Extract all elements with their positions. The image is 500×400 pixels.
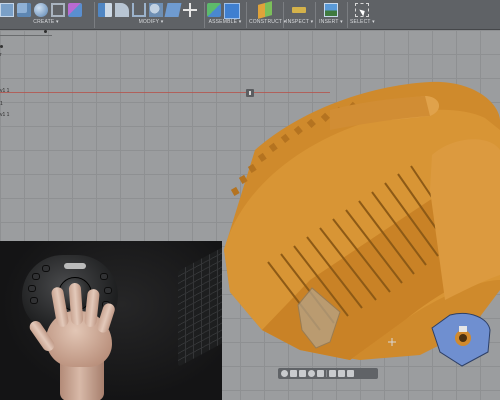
group-divider	[283, 2, 284, 28]
navigation-bar	[278, 368, 378, 379]
device-button	[100, 273, 108, 280]
move-icon[interactable]	[183, 3, 197, 17]
box-icon[interactable]	[17, 3, 31, 17]
group-divider	[347, 2, 348, 28]
boss-hole-center	[459, 334, 467, 342]
new-component-icon[interactable]	[207, 3, 221, 17]
sketch-icon[interactable]	[0, 3, 14, 17]
combine-icon[interactable]	[149, 3, 163, 17]
measure-icon[interactable]	[292, 7, 306, 13]
nav-divider	[326, 370, 327, 377]
joint-icon[interactable]	[224, 3, 240, 19]
select-group[interactable]: SELECT ▾	[350, 0, 375, 30]
press-pull-icon[interactable]	[98, 3, 112, 17]
zoom-icon[interactable]	[308, 370, 315, 377]
shell-icon[interactable]	[132, 3, 146, 17]
sphere-icon[interactable]	[34, 3, 48, 17]
group-divider	[204, 2, 205, 28]
inspect-group[interactable]: INSPECT ▾	[286, 0, 313, 30]
device-button	[32, 273, 40, 280]
insert-image-icon[interactable]	[324, 3, 338, 17]
hole-marker	[459, 326, 467, 332]
create-menu-label[interactable]: CREATE ▾	[0, 19, 92, 25]
offset-plane-icon[interactable]	[258, 1, 272, 19]
modify-menu-label[interactable]: MODIFY ▾	[98, 19, 204, 25]
fillet-icon[interactable]	[115, 3, 129, 17]
modify-group[interactable]: MODIFY ▾	[98, 0, 204, 30]
group-divider	[246, 2, 247, 28]
toolbar: CREATE ▾ MODIFY ▾ ASSEMBLE ▾ CONSTRUCT ▾…	[0, 0, 500, 30]
fit-icon[interactable]	[317, 370, 324, 377]
insert-group[interactable]: INSERT ▾	[318, 0, 344, 30]
construct-group[interactable]: CONSTRUCT ▾	[249, 0, 286, 30]
keyboard	[178, 241, 222, 367]
group-divider	[315, 2, 316, 28]
inspect-menu-label[interactable]: INSPECT ▾	[286, 19, 313, 25]
hand-finger	[95, 301, 117, 335]
group-divider	[94, 2, 95, 28]
insert-menu-label[interactable]: INSERT ▾	[318, 19, 344, 25]
viewports-icon[interactable]	[347, 370, 354, 377]
align-icon[interactable]	[164, 3, 182, 17]
hand	[27, 281, 124, 400]
grid-icon[interactable]	[338, 370, 345, 377]
create-group[interactable]: CREATE ▾	[0, 0, 92, 30]
spacemouse-video-overlay	[0, 241, 222, 400]
hand-finger	[68, 282, 84, 326]
select-icon[interactable]	[355, 3, 369, 17]
assemble-group[interactable]: ASSEMBLE ▾	[207, 0, 243, 30]
pan-icon[interactable]	[290, 370, 297, 377]
select-menu-label[interactable]: SELECT ▾	[350, 19, 375, 25]
orbit-icon[interactable]	[281, 370, 288, 377]
construct-menu-label[interactable]: CONSTRUCT ▾	[249, 19, 286, 25]
device-button	[42, 265, 50, 272]
look-at-icon[interactable]	[299, 370, 306, 377]
form-icon[interactable]	[68, 3, 82, 17]
device-logo	[64, 263, 86, 269]
display-settings-icon[interactable]	[329, 370, 336, 377]
frame-icon[interactable]	[51, 3, 65, 17]
assemble-menu-label[interactable]: ASSEMBLE ▾	[207, 19, 243, 25]
